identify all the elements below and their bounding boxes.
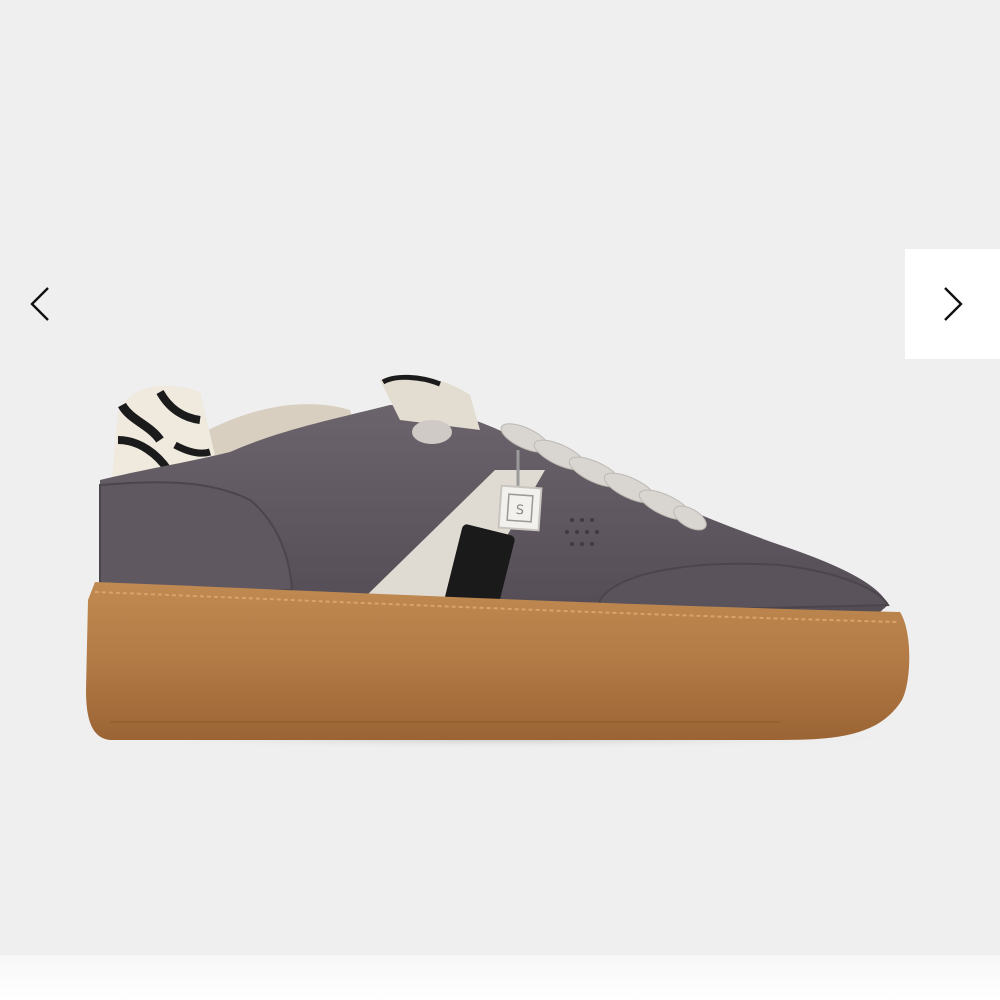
product-image-viewer: S S bbox=[0, 0, 1000, 955]
tag-letter-white: S bbox=[515, 503, 524, 519]
sneaker-product-image: S S bbox=[80, 374, 920, 750]
previous-image-button[interactable] bbox=[10, 268, 70, 340]
chevron-right-icon bbox=[943, 287, 963, 321]
chevron-left-icon bbox=[30, 287, 49, 321]
bottom-strip bbox=[0, 955, 1000, 1000]
next-image-button[interactable] bbox=[905, 249, 1000, 359]
